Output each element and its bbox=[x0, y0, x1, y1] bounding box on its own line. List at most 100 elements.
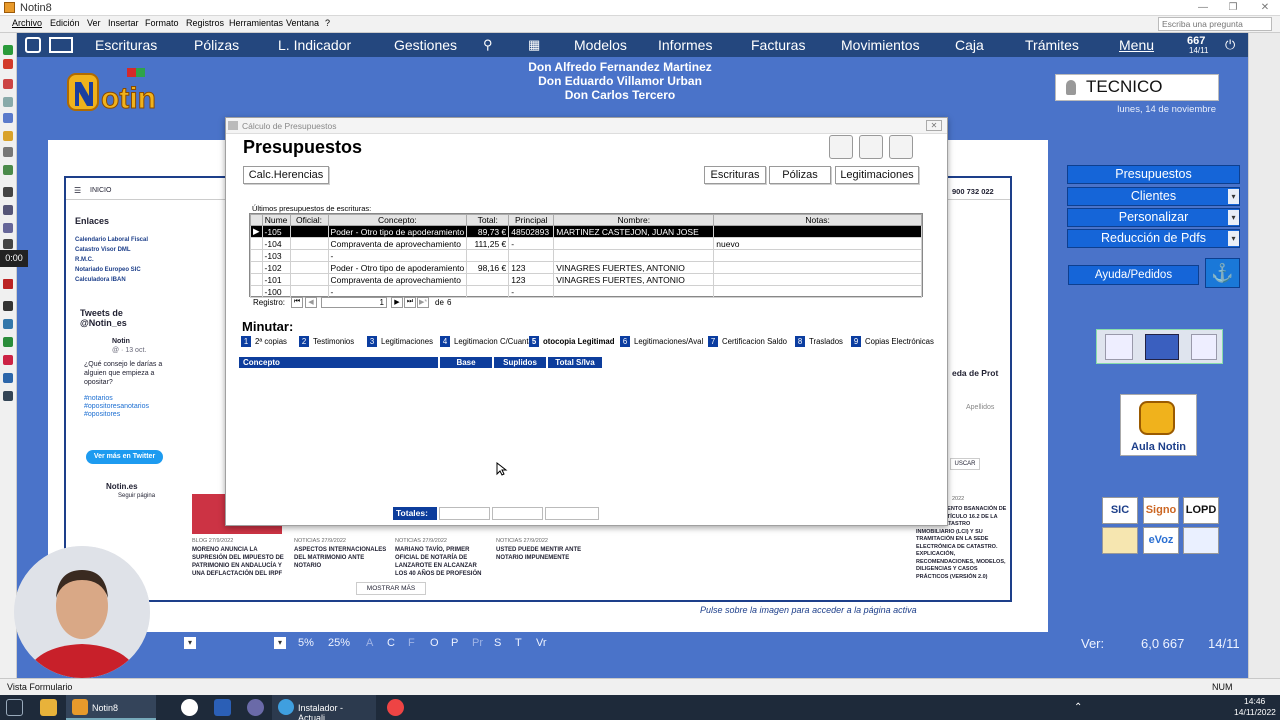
zoom-25[interactable]: 25% bbox=[328, 637, 350, 649]
hashtag[interactable]: #notarios bbox=[84, 395, 149, 403]
menu-insertar[interactable]: Insertar bbox=[108, 18, 139, 28]
nav-gestiones[interactable]: Gestiones bbox=[394, 37, 457, 53]
tool-user-icon[interactable] bbox=[3, 355, 13, 365]
power-icon[interactable]: ⏻ bbox=[1225, 37, 1235, 53]
chevron-down-icon[interactable]: ▾ bbox=[1228, 231, 1239, 246]
news-title[interactable]: MARIANO TAVÍO, PRIMER OFICIAL DE NOTARÍA… bbox=[395, 546, 485, 578]
eraser-icon[interactable] bbox=[829, 135, 853, 159]
presupuestos-button[interactable]: Presupuestos bbox=[1067, 165, 1240, 184]
new-record-icon[interactable]: ▶* bbox=[417, 297, 429, 308]
tool-binoculars-icon[interactable] bbox=[3, 205, 13, 215]
calc-herencias-button[interactable]: Calc.Herencias bbox=[243, 166, 329, 184]
registro-input[interactable]: 1 bbox=[321, 297, 387, 308]
tool-phone-icon[interactable] bbox=[3, 337, 13, 347]
tab-legitimaciones-aval[interactable]: 6 Legitimaciones/Aval bbox=[620, 336, 703, 348]
column-header[interactable]: Concepto: bbox=[327, 214, 468, 226]
mostrar-mas-button[interactable]: MOSTRAR MÁS bbox=[356, 582, 426, 595]
column-header[interactable]: Nombre: bbox=[553, 214, 715, 226]
twitter-button[interactable]: Ver más en Twitter bbox=[86, 450, 163, 464]
sic-button[interactable]: SIC bbox=[1102, 497, 1138, 524]
chevron-down-icon[interactable]: ▾ bbox=[1228, 189, 1239, 204]
next-record-icon[interactable]: ▶ bbox=[391, 297, 403, 308]
filter-letter[interactable]: F bbox=[408, 637, 415, 649]
nav-facturas[interactable]: Facturas bbox=[751, 37, 805, 53]
menu-formato[interactable]: Formato bbox=[145, 18, 179, 28]
nav-escrituras[interactable]: Escrituras bbox=[95, 37, 157, 53]
record-stop-icon[interactable] bbox=[3, 279, 13, 289]
table-row[interactable]: -103 - bbox=[250, 249, 922, 262]
filter-letter[interactable]: T bbox=[515, 637, 522, 649]
chevron-down-icon[interactable]: ▾ bbox=[274, 637, 286, 649]
chevron-down-icon[interactable]: ▾ bbox=[1228, 210, 1239, 225]
menu-registros[interactable]: Registros bbox=[186, 18, 224, 28]
filter-letter[interactable]: Vr bbox=[536, 637, 547, 649]
tab-2-copias[interactable]: 1 2ª copias bbox=[241, 336, 287, 348]
screen-icon[interactable] bbox=[49, 37, 73, 53]
tool-word-icon[interactable] bbox=[3, 319, 13, 329]
tab-certificacion-saldo[interactable]: 7 Certificacion Saldo bbox=[708, 336, 787, 348]
restore-icon[interactable]: ❐ bbox=[1218, 0, 1248, 16]
menu-ver[interactable]: Ver bbox=[87, 18, 101, 28]
filter-letter[interactable]: O bbox=[430, 637, 439, 649]
enlace-link[interactable]: R.M.C. bbox=[75, 255, 148, 265]
tool-s-icon[interactable] bbox=[3, 301, 13, 311]
chevron-down-icon[interactable]: ▾ bbox=[184, 637, 196, 649]
chart-icon[interactable] bbox=[1183, 527, 1219, 554]
cube-icon[interactable] bbox=[25, 37, 41, 53]
seguir-button[interactable]: Seguir página bbox=[118, 493, 155, 499]
evoz-button[interactable]: eVoz bbox=[1143, 527, 1179, 554]
menu-help[interactable]: ? bbox=[325, 18, 330, 28]
trash-icon[interactable] bbox=[859, 135, 883, 159]
exit-door-icon[interactable] bbox=[889, 135, 913, 159]
chevron-up-icon[interactable]: ⌃ bbox=[1074, 702, 1082, 713]
tool-globe-icon[interactable] bbox=[3, 373, 13, 383]
filter-letter[interactable]: P bbox=[451, 637, 458, 649]
user-box[interactable]: TECNICO bbox=[1055, 74, 1219, 101]
table-row[interactable]: -100 - - bbox=[250, 285, 922, 298]
table-row[interactable]: -104 Compraventa de aprovechamiento 111,… bbox=[250, 237, 922, 250]
news-title[interactable]: USTED PUEDE MENTIR ANTE NOTARIO IMPUNEME… bbox=[496, 546, 586, 562]
filter-letter[interactable]: A bbox=[366, 637, 373, 649]
hamburger-icon[interactable]: ☰ bbox=[74, 186, 81, 195]
chrome-icon[interactable] bbox=[387, 699, 404, 716]
hashtag[interactable]: #opositores bbox=[84, 411, 149, 419]
table-row[interactable]: -102 Poder - Otro tipo de apoderamiento … bbox=[250, 261, 922, 274]
column-header[interactable]: Oficial: bbox=[289, 214, 329, 226]
menu-herramientas[interactable]: Herramientas bbox=[229, 18, 283, 28]
nav-menu[interactable]: Menu bbox=[1119, 37, 1154, 53]
tool-add-icon[interactable] bbox=[3, 45, 13, 55]
bottle-icon[interactable] bbox=[1105, 334, 1133, 360]
filter-letter[interactable]: S bbox=[494, 637, 501, 649]
web-inicio[interactable]: INICIO bbox=[90, 187, 111, 194]
escrituras-button[interactable]: Escrituras bbox=[704, 166, 766, 184]
tool-sort-icon[interactable] bbox=[3, 131, 13, 141]
word-icon[interactable] bbox=[214, 699, 231, 716]
registro-icon[interactable] bbox=[1102, 527, 1138, 554]
tab-legitimaciones[interactable]: 3 Legitimaciones bbox=[367, 336, 433, 348]
calculator-icon[interactable] bbox=[1191, 334, 1217, 360]
nav-modelos[interactable]: Modelos bbox=[574, 37, 627, 53]
tab-fotocopia-legitimada[interactable]: 5 otocopia Legitimad bbox=[529, 336, 614, 348]
tool-key-icon[interactable] bbox=[3, 187, 13, 197]
tool-form-icon[interactable] bbox=[3, 113, 13, 123]
tool-scissors-icon[interactable] bbox=[3, 223, 13, 233]
notin-es-link[interactable]: Notin.es bbox=[106, 482, 138, 491]
tool-filter2-icon[interactable] bbox=[3, 239, 13, 249]
tab-copias-electronicas[interactable]: 9 Copias Electrónicas bbox=[851, 336, 934, 348]
table-row[interactable]: ▶ -105 Poder - Otro tipo de apoderamient… bbox=[250, 225, 922, 238]
tab-traslados[interactable]: 8 Traslados bbox=[795, 336, 843, 348]
signo-button[interactable]: Signo bbox=[1143, 497, 1179, 524]
calendar-icon[interactable]: ▦ bbox=[528, 37, 540, 53]
personalizar-button[interactable]: Personalizar ▾ bbox=[1067, 208, 1240, 227]
column-header[interactable]: Notas: bbox=[713, 214, 922, 226]
news-title[interactable]: ASPECTOS INTERNACIONALES DEL MATRIMONIO … bbox=[294, 546, 389, 570]
graduate-icon[interactable] bbox=[1145, 334, 1179, 360]
enlace-link[interactable]: Calculadora IBAN bbox=[75, 275, 148, 285]
zoom-5[interactable]: 5% bbox=[298, 637, 314, 649]
tool-trash-icon[interactable] bbox=[3, 147, 13, 157]
close-icon[interactable]: ✕ bbox=[1250, 0, 1280, 16]
menu-archivo[interactable]: Archivo bbox=[12, 18, 42, 28]
nav-caja[interactable]: Caja bbox=[955, 37, 984, 53]
lopd-button[interactable]: LOPD bbox=[1183, 497, 1219, 524]
tool-filter-icon[interactable] bbox=[3, 79, 13, 89]
